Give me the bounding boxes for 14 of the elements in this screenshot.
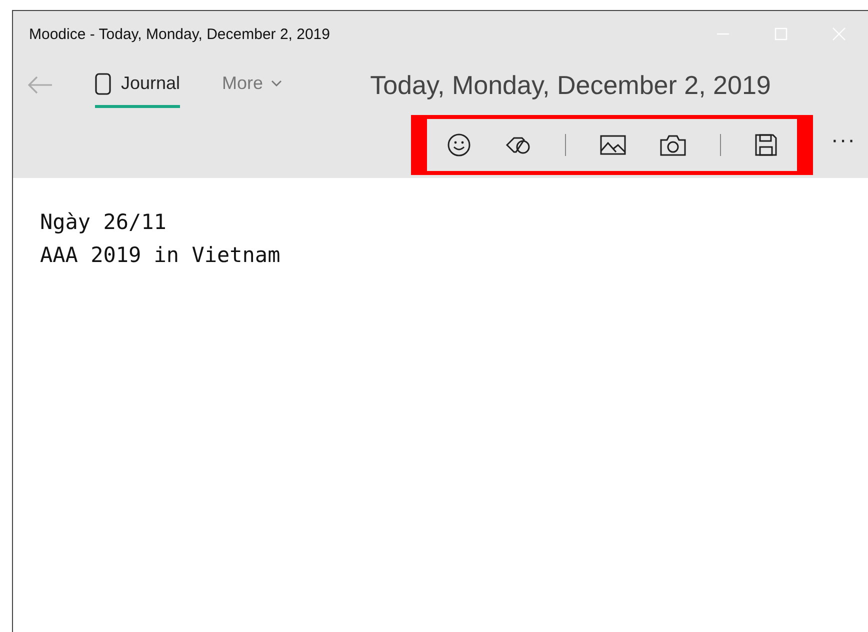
save-icon[interactable] [755, 134, 777, 156]
image-icon[interactable] [600, 135, 626, 155]
more-menu-tab[interactable]: More [222, 63, 282, 107]
entry-text-line: AAA 2019 in Vietnam [40, 242, 282, 269]
notebook-icon [95, 72, 111, 94]
smiley-icon[interactable] [447, 133, 471, 157]
journal-entry-editor[interactable]: Ngày 26/11 AAA 2019 in Vietnam [13, 178, 868, 272]
window-title: Moodice - Today, Monday, December 2, 2019 [29, 26, 330, 42]
date-heading: Today, Monday, December 2, 2019 [370, 70, 771, 100]
camera-icon[interactable] [660, 134, 686, 156]
journal-tab[interactable]: Journal [95, 62, 180, 108]
chevron-down-icon [271, 80, 282, 87]
entry-text-line: Ngày 26/11 [40, 209, 168, 236]
more-options-button[interactable]: ··· [827, 115, 860, 165]
